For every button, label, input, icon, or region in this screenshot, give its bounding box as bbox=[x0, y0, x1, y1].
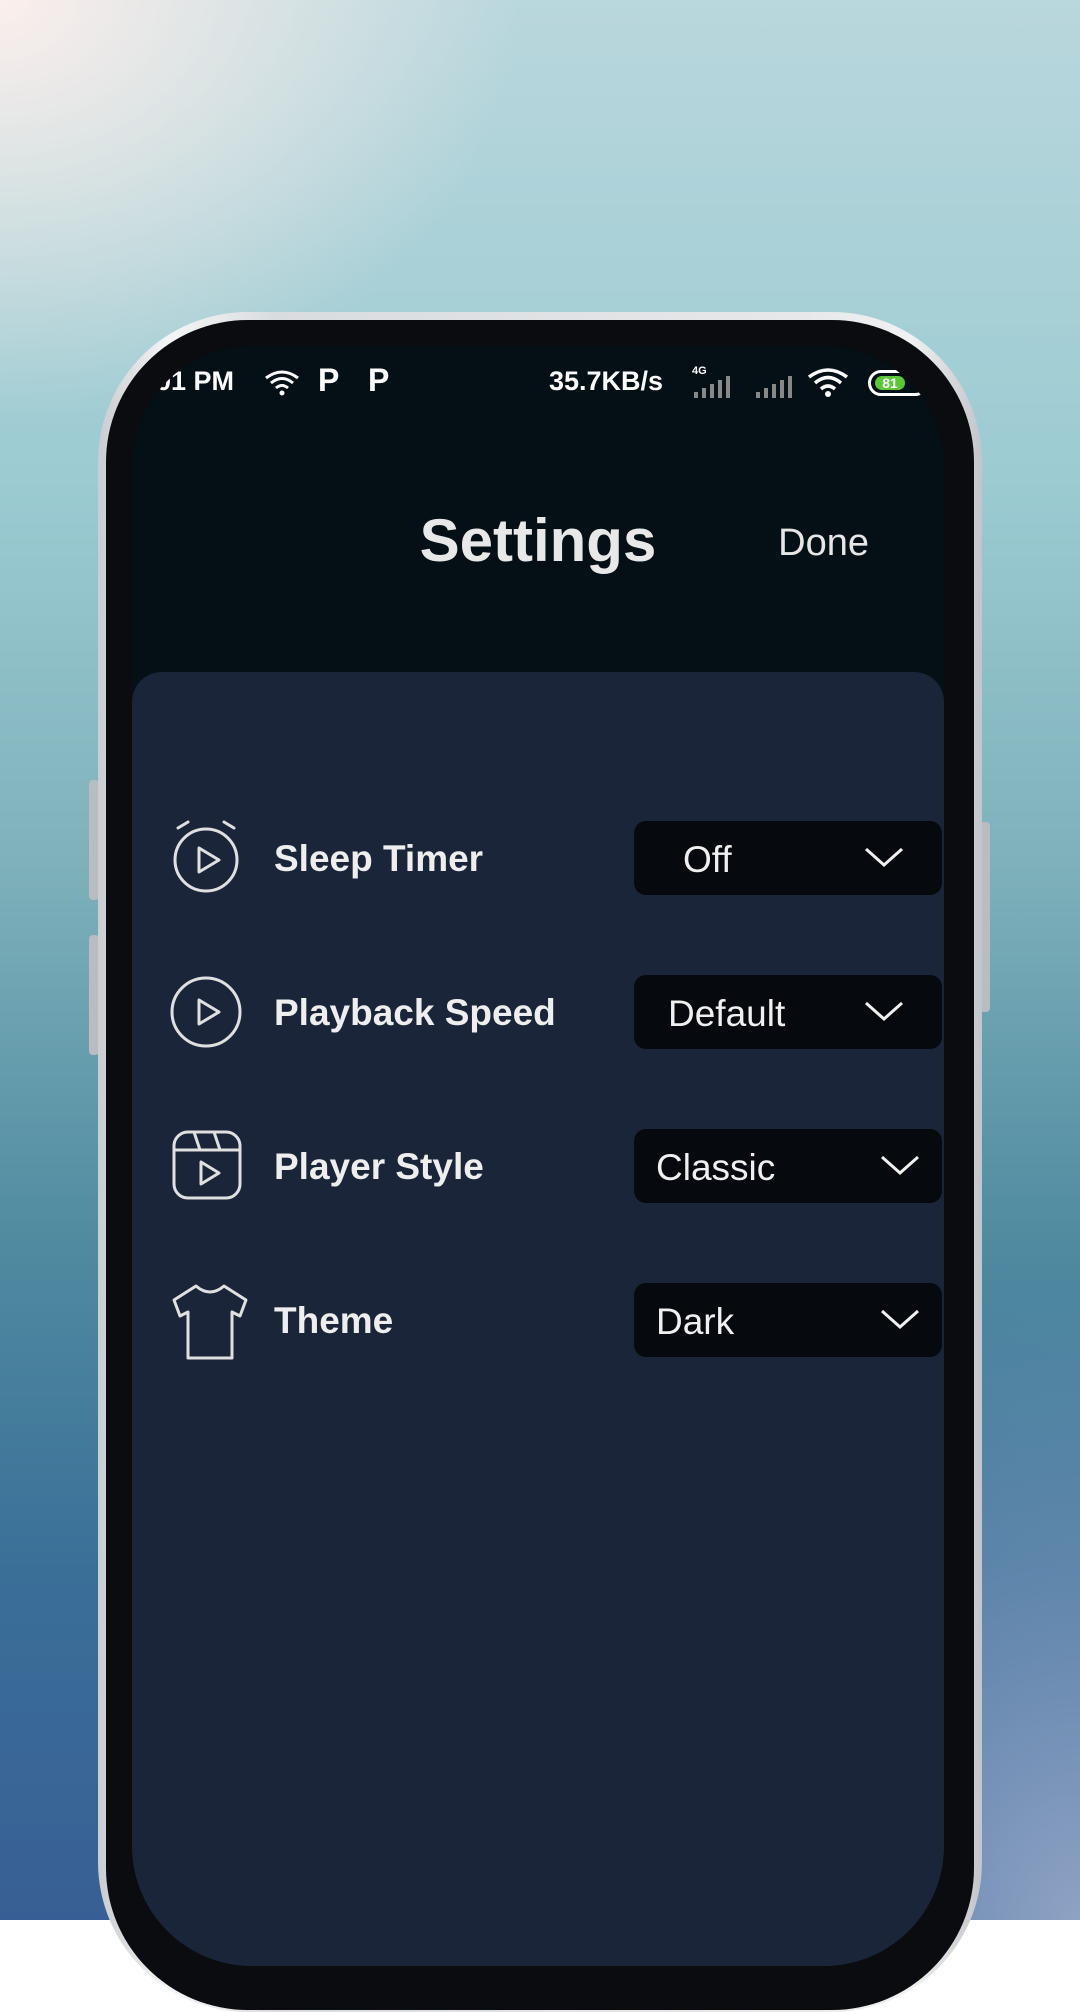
chevron-down-icon bbox=[880, 1307, 920, 1336]
dropdown-value: Classic bbox=[656, 1147, 775, 1189]
tshirt-icon bbox=[170, 1282, 246, 1358]
battery-level: 81 bbox=[875, 376, 905, 390]
battery-icon: 81 bbox=[868, 370, 928, 396]
dropdown-value: Dark bbox=[656, 1301, 734, 1343]
player-style-icon bbox=[170, 1128, 246, 1204]
sleep-timer-dropdown[interactable]: Off bbox=[634, 821, 942, 895]
phone-screen: 01 PM P P 35.7KB/s 4G bbox=[132, 346, 944, 1966]
play-circle-icon bbox=[170, 974, 246, 1050]
dropdown-value: Off bbox=[683, 839, 732, 881]
alarm-play-icon bbox=[170, 820, 246, 896]
settings-panel: Sleep Timer Off Playback Speed Default bbox=[132, 672, 944, 1966]
network-badge: 4G bbox=[692, 365, 707, 377]
setting-row-playback-speed: Playback Speed Default bbox=[170, 974, 910, 1050]
chevron-down-icon bbox=[864, 999, 904, 1028]
setting-label: Playback Speed bbox=[274, 992, 556, 1034]
signal-4g-icon: 4G bbox=[690, 362, 746, 409]
setting-label: Sleep Timer bbox=[274, 838, 483, 880]
done-button[interactable]: Done bbox=[778, 522, 869, 565]
wifi-icon-2 bbox=[807, 366, 849, 405]
setting-label: Player Style bbox=[274, 1146, 484, 1188]
wifi-icon bbox=[264, 368, 300, 405]
player-style-dropdown[interactable]: Classic bbox=[634, 1129, 942, 1203]
p-notification-icon: P bbox=[318, 362, 339, 399]
setting-row-sleep-timer: Sleep Timer Off bbox=[170, 820, 910, 896]
dropdown-value: Default bbox=[668, 993, 785, 1035]
setting-row-theme: Theme Dark bbox=[170, 1282, 910, 1358]
theme-dropdown[interactable]: Dark bbox=[634, 1283, 942, 1357]
network-speed: 35.7KB/s bbox=[549, 366, 663, 397]
status-bar: 01 PM P P 35.7KB/s 4G bbox=[132, 360, 944, 408]
playback-speed-dropdown[interactable]: Default bbox=[634, 975, 942, 1049]
status-time: 01 PM bbox=[156, 366, 234, 397]
chevron-down-icon bbox=[864, 845, 904, 874]
chevron-down-icon bbox=[880, 1153, 920, 1182]
signal-icon bbox=[754, 370, 794, 407]
p-notification-icon-2: P bbox=[368, 362, 389, 399]
setting-label: Theme bbox=[274, 1300, 393, 1342]
setting-row-player-style: Player Style Classic bbox=[170, 1128, 910, 1204]
